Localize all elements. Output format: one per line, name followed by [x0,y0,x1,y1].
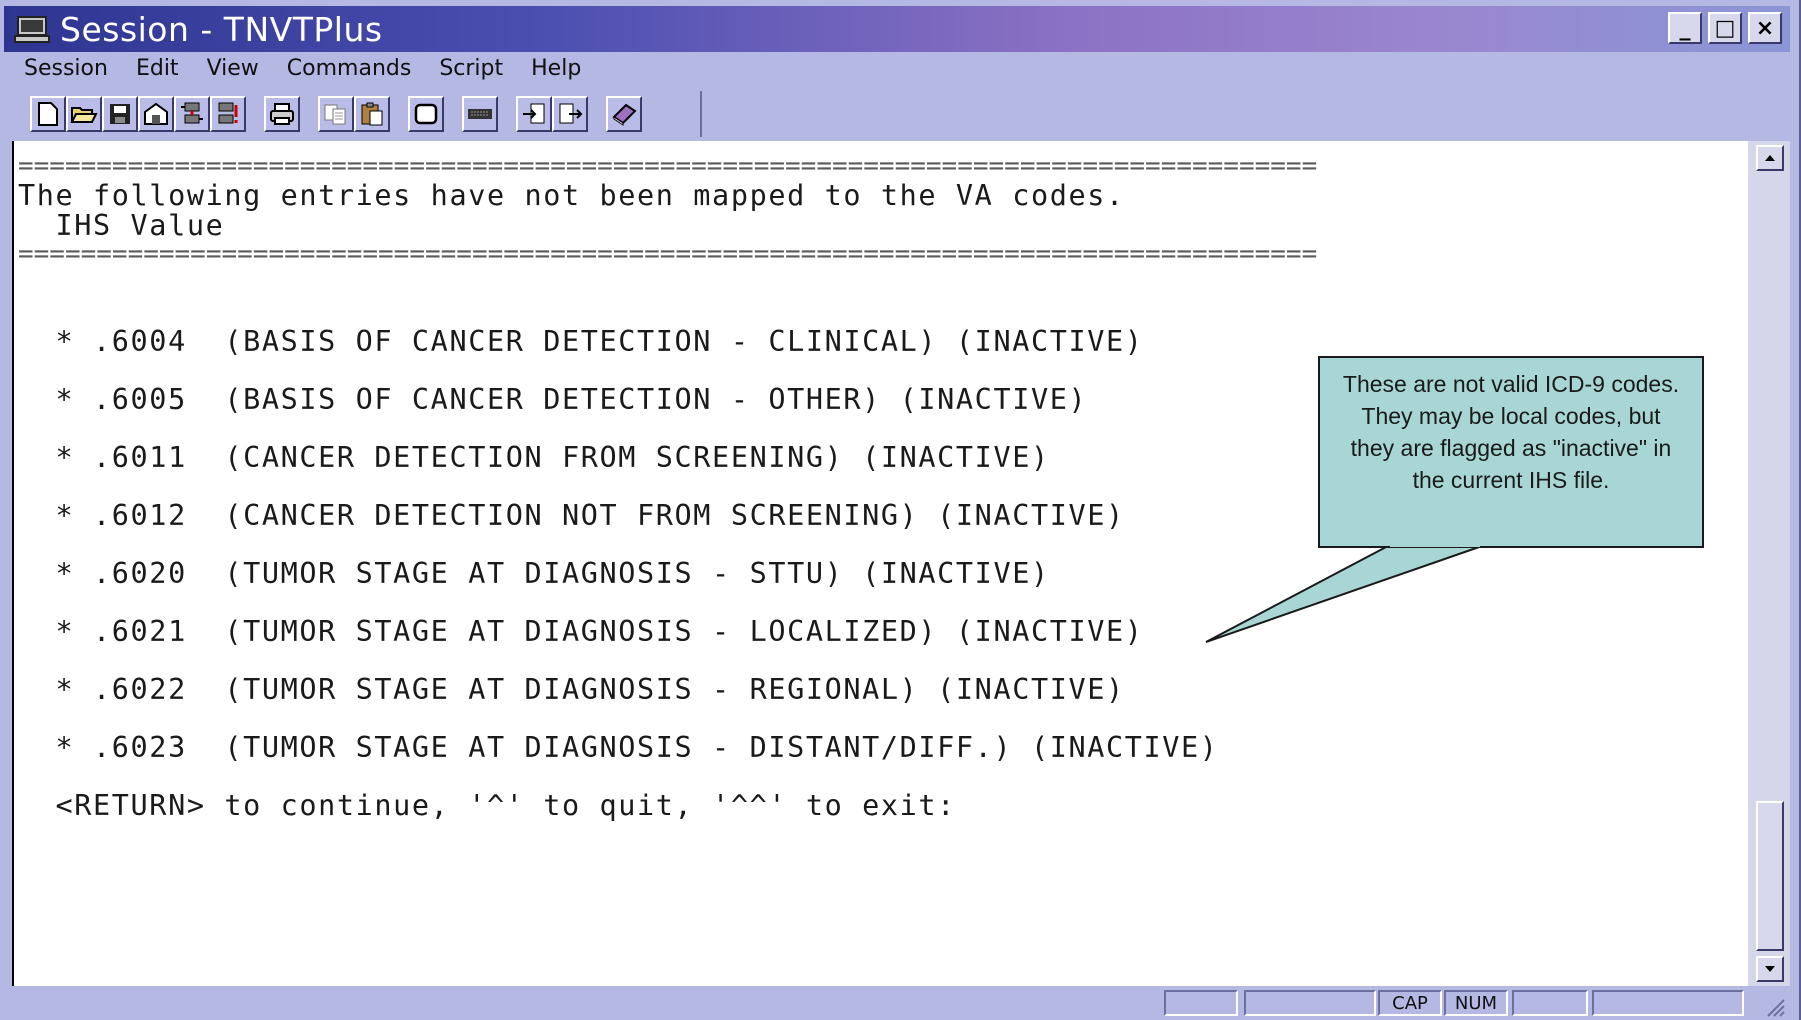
terminal-entry: * .6005 (BASIS OF CANCER DETECTION - OTH… [18,383,1088,416]
menu-bar: Session Edit View Commands Script Help [4,52,1790,86]
minimize-icon: _ [1679,15,1691,41]
disconnect-button[interactable] [210,96,246,132]
menu-session[interactable]: Session [4,52,122,86]
arrow-down-icon [1765,966,1775,972]
save-icon [110,104,130,124]
vertical-scrollbar[interactable] [1748,141,1790,986]
menu-view[interactable]: View [193,52,273,86]
terminal-prompt: <RETURN> to continue, '^' to quit, '^^' … [18,789,956,822]
menu-script[interactable]: Script [425,52,517,86]
print-icon [270,103,294,125]
separator-top: ========================================… [18,151,1318,181]
resize-grip-icon[interactable] [1764,996,1786,1018]
terminal-entry: * .6022 (TUMOR STAGE AT DIAGNOSIS - REGI… [18,673,1125,706]
print-button[interactable] [264,96,300,132]
copy-icon [324,104,346,125]
properties-icon [144,102,168,125]
window-icon [414,103,438,125]
send-file-icon [559,103,583,124]
receive-file-icon [523,103,545,124]
maximize-icon: □ [1714,15,1736,41]
keyboard-button[interactable] [462,96,498,132]
connect-button[interactable] [174,96,210,132]
scroll-thumb[interactable] [1756,801,1784,951]
status-num: NUM [1444,990,1508,1016]
properties-button[interactable] [138,96,174,132]
connect-icon [181,102,203,124]
terminal-entry: * .6012 (CANCER DETECTION NOT FROM SCREE… [18,499,1125,532]
terminal-header-line: The following entries have not been mapp… [18,179,1125,212]
status-cell-2 [1244,990,1376,1016]
status-caps: CAP [1378,990,1442,1016]
open-icon [70,107,98,123]
keyboard-icon [468,109,492,119]
help-book-icon [612,103,637,126]
maximize-button[interactable]: □ [1708,12,1742,44]
scroll-up-button[interactable] [1756,145,1784,171]
status-cell-5 [1512,990,1588,1016]
menu-edit[interactable]: Edit [122,52,193,86]
terminal-entry: * .6020 (TUMOR STAGE AT DIAGNOSIS - STTU… [18,557,1050,590]
copy-button[interactable] [318,96,354,132]
column-header: IHS Value [18,209,225,242]
terminal-entry: * .6023 (TUMOR STAGE AT DIAGNOSIS - DIST… [18,731,1219,764]
paste-button[interactable] [354,96,390,132]
toolbar [4,88,1790,140]
terminal-screen[interactable]: ========================================… [12,141,1748,986]
send-file-button[interactable] [552,96,588,132]
receive-file-button[interactable] [516,96,552,132]
terminal-entry: * .6021 (TUMOR STAGE AT DIAGNOSIS - LOCA… [18,615,1144,648]
disconnect-icon [218,102,238,124]
terminal-entry: * .6011 (CANCER DETECTION FROM SCREENING… [18,441,1050,474]
close-icon: × [1755,15,1775,41]
separator-bottom: ========================================… [18,239,1318,269]
close-button[interactable]: × [1748,12,1782,44]
paste-icon [361,102,383,126]
arrow-up-icon [1765,155,1775,161]
terminal-entry: * .6004 (BASIS OF CANCER DETECTION - CLI… [18,325,1144,358]
status-cell-1 [1164,990,1238,1016]
help-book-button[interactable] [606,96,642,132]
menu-commands[interactable]: Commands [273,52,426,86]
menu-help[interactable]: Help [517,52,595,86]
terminal-app-icon[interactable] [12,14,52,44]
title-bar[interactable]: Session - TNVTPlus _ □ × [4,6,1790,52]
window-button[interactable] [408,96,444,132]
open-button[interactable] [66,96,102,132]
new-session-icon [38,102,58,126]
new-session-button[interactable] [30,96,66,132]
scroll-down-button[interactable] [1756,956,1784,982]
minimize-button[interactable]: _ [1668,12,1702,44]
window-title: Session - TNVTPlus [60,9,383,49]
save-button[interactable] [102,96,138,132]
status-cell-6 [1592,990,1744,1016]
status-bar: CAP NUM [4,986,1790,1020]
annotation-callout: These are not valid ICD-9 codes. They ma… [1318,356,1704,548]
